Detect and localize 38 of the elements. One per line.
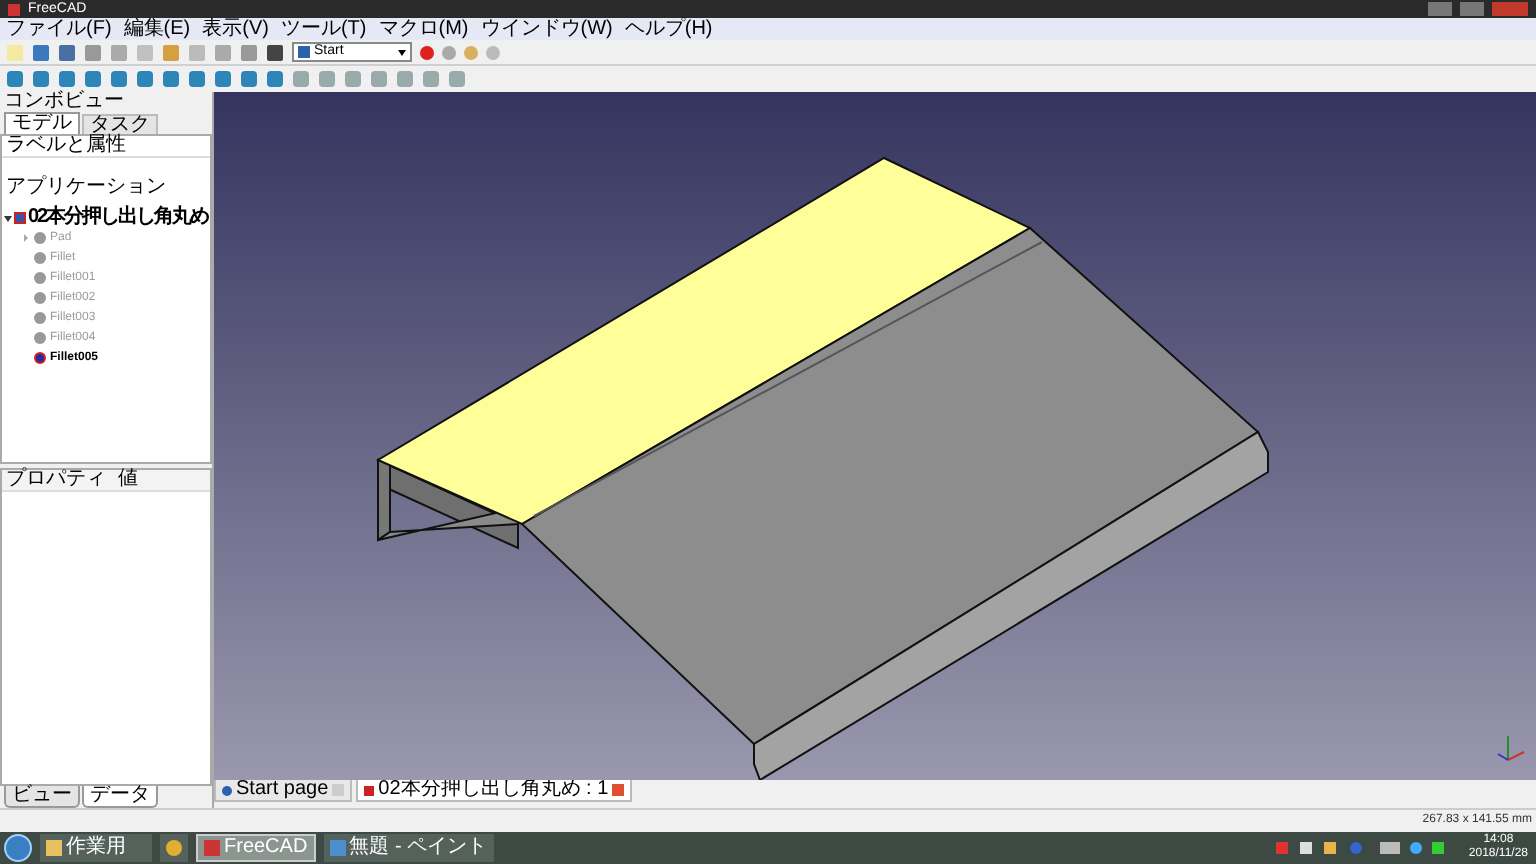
folder-icon bbox=[46, 840, 62, 856]
taskbar-button[interactable] bbox=[160, 834, 188, 862]
workbench-icon bbox=[298, 46, 310, 58]
app-icon bbox=[8, 3, 20, 15]
axis-icon bbox=[1496, 732, 1528, 764]
taskbar-button[interactable]: 作業用 bbox=[40, 834, 152, 862]
taskbar-label: 無題 - ペイント bbox=[349, 838, 488, 858]
start-button[interactable] bbox=[4, 834, 32, 862]
tab-label: Start page bbox=[236, 780, 329, 800]
taskbar-button[interactable]: 無題 - ペイント bbox=[323, 834, 494, 862]
menu-item[interactable]: ヘルプ(H) bbox=[624, 19, 713, 39]
tree-item[interactable]: 02本分押し出し角丸め bbox=[28, 208, 209, 228]
taskbar-label: 作業用 bbox=[66, 838, 126, 858]
section-label: ラベルと属性 bbox=[6, 136, 126, 156]
panel-tab[interactable]: データ bbox=[82, 786, 158, 808]
menu-item[interactable]: 表示(V) bbox=[202, 19, 269, 39]
document-icon bbox=[364, 785, 375, 795]
group-label: アプリケーション bbox=[6, 176, 166, 198]
app-icon bbox=[204, 840, 220, 856]
menu-item[interactable]: ファイル(F) bbox=[6, 19, 112, 39]
panel-title: コンボビュー bbox=[4, 92, 124, 112]
app-icon bbox=[166, 840, 182, 856]
column-header: プロパティ bbox=[4, 470, 108, 490]
menu-item[interactable]: マクロ(M) bbox=[378, 19, 469, 39]
taskbar-label: FreeCAD bbox=[224, 838, 308, 858]
panel-tab[interactable]: ビュー bbox=[4, 786, 80, 808]
record-macro-icon[interactable] bbox=[420, 45, 434, 59]
app-icon bbox=[329, 840, 346, 856]
3d-viewport[interactable] bbox=[214, 92, 1536, 780]
panel-tab[interactable]: モデル bbox=[4, 112, 80, 134]
document-icon bbox=[14, 212, 26, 224]
menu-item[interactable]: ツール(T) bbox=[280, 19, 367, 39]
panel-tab[interactable]: タスク bbox=[82, 114, 158, 134]
menu-item[interactable]: 編集(E) bbox=[123, 19, 191, 39]
menu-item[interactable]: ウインドウ(W) bbox=[480, 19, 613, 39]
caret-icon bbox=[398, 49, 406, 55]
column-header: 値 bbox=[116, 470, 140, 490]
document-tab[interactable]: Start page bbox=[214, 780, 353, 802]
